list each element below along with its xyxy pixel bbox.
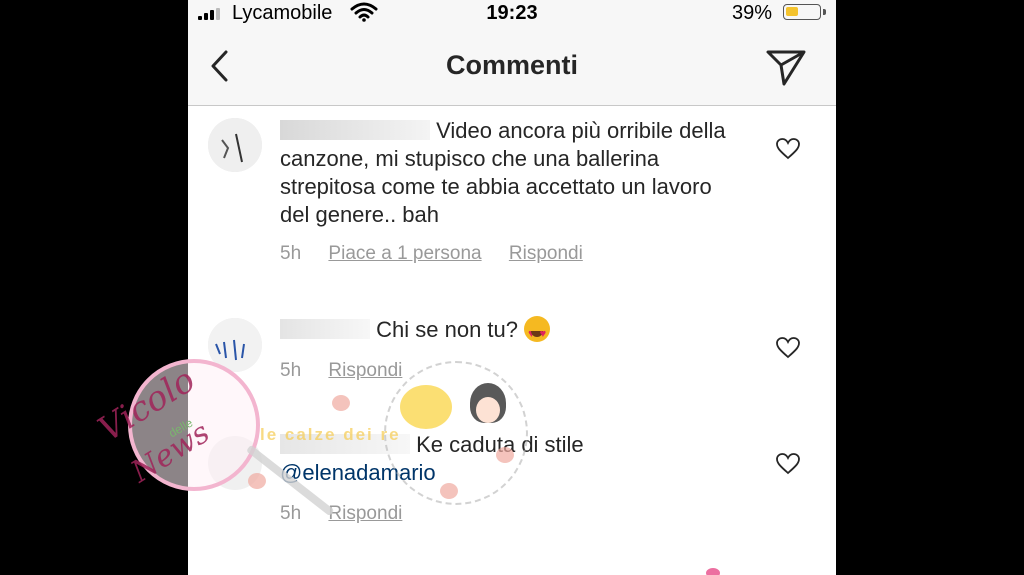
comment-meta: 5h Rispondi: [280, 503, 424, 525]
comment-text: Chi se non tu?: [280, 316, 740, 348]
paper-plane-icon[interactable]: [764, 44, 808, 88]
comment-meta: 5h Rispondi: [280, 360, 424, 382]
comment-text: Ke caduta di stile @elenadamario: [280, 431, 740, 487]
username-redaction: [280, 120, 430, 140]
heart-icon[interactable]: [776, 138, 800, 160]
comment-time: 5h: [280, 360, 302, 381]
avatar[interactable]: [208, 436, 262, 490]
heart-icon[interactable]: [776, 337, 800, 359]
navigation-header: Commenti: [188, 26, 836, 106]
comment-text: Video ancora più orribile della canzone,…: [280, 117, 740, 229]
comment-body: Ke caduta di stile: [416, 432, 584, 457]
reply-button[interactable]: Rispondi: [509, 243, 583, 264]
heart-icon[interactable]: [776, 453, 800, 475]
reply-button[interactable]: Rispondi: [328, 503, 402, 524]
avatar[interactable]: [208, 318, 262, 372]
comment-body: Chi se non tu?: [376, 317, 518, 342]
decorative-dot: [706, 568, 720, 575]
mention-link[interactable]: @elenadamario: [280, 460, 436, 485]
username-redaction: [280, 434, 410, 454]
heart-eyes-emoji-icon: [524, 316, 551, 348]
username-redaction: [280, 319, 370, 339]
comment-meta: 5h Piace a 1 persona Rispondi: [280, 243, 605, 265]
comment-time: 5h: [280, 503, 302, 524]
avatar[interactable]: [208, 118, 262, 172]
reply-button[interactable]: Rispondi: [328, 360, 402, 381]
instagram-comments-screen: Lycamobile 19:23 39% Commenti Video anco…: [188, 0, 836, 575]
battery-percentage: 39%: [732, 2, 773, 24]
battery-icon: [783, 4, 821, 20]
comment-time: 5h: [280, 243, 302, 264]
status-bar: Lycamobile 19:23 39%: [188, 0, 836, 26]
page-title: Commenti: [445, 50, 578, 80]
watermark-script-line1: Vicolo: [91, 360, 203, 450]
battery-tip: [823, 9, 826, 15]
likes-link[interactable]: Piace a 1 persona: [328, 243, 481, 264]
battery-level-fill: [786, 7, 798, 16]
